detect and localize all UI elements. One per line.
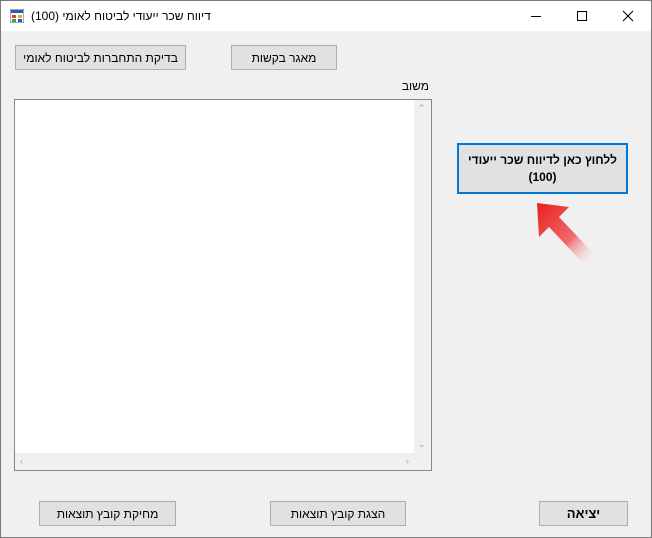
- horizontal-scrollbar[interactable]: ‹ ›: [15, 453, 414, 470]
- report-wage-button[interactable]: ללחוץ כאן לדיווח שכר ייעודי (100): [457, 143, 628, 194]
- nid-connection-check-button[interactable]: בדיקת התחברות לביטוח לאומי: [15, 45, 186, 70]
- scroll-down-icon[interactable]: ⌄: [418, 440, 426, 449]
- scroll-right-icon[interactable]: ›: [406, 457, 409, 466]
- minimize-icon: [531, 16, 541, 17]
- scroll-left-icon[interactable]: ‹: [20, 457, 23, 466]
- feedback-textarea[interactable]: ⌃ ⌄ ‹ ›: [14, 99, 432, 471]
- vertical-scrollbar[interactable]: ⌃ ⌄: [414, 100, 431, 453]
- scroll-up-icon[interactable]: ⌃: [418, 104, 426, 113]
- close-icon: [622, 10, 634, 22]
- main-window: דיווח שכר ייעודי לביטוח לאומי (100) בדיק…: [0, 0, 652, 538]
- app-icon: [10, 9, 24, 23]
- maximize-icon: [577, 11, 587, 21]
- show-results-file-button[interactable]: הצגת קובץ תוצאות: [270, 501, 406, 526]
- title-bar[interactable]: דיווח שכר ייעודי לביטוח לאומי (100): [1, 1, 651, 31]
- exit-button[interactable]: יציאה: [539, 501, 628, 526]
- delete-results-file-button[interactable]: מחיקת קובץ תוצאות: [39, 501, 176, 526]
- red-arrow-icon: [537, 203, 593, 263]
- window-title: דיווח שכר ייעודי לביטוח לאומי (100): [31, 9, 211, 23]
- feedback-label: משוב: [401, 79, 429, 93]
- maximize-button[interactable]: [559, 1, 605, 31]
- close-button[interactable]: [605, 1, 651, 31]
- minimize-button[interactable]: [513, 1, 559, 31]
- requests-repository-button[interactable]: מאגר בקשות: [231, 45, 337, 70]
- scrollbar-corner: [414, 453, 431, 470]
